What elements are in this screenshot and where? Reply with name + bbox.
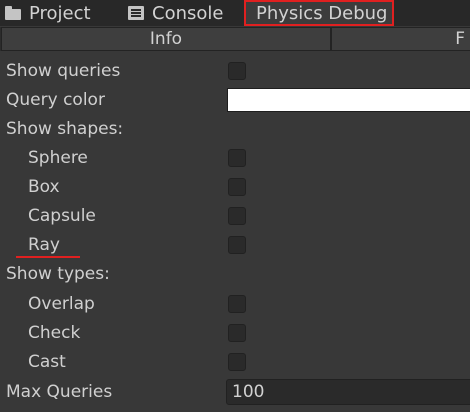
show-shapes-heading: Show shapes: bbox=[6, 119, 124, 139]
row-show-types: Show types: bbox=[0, 260, 470, 289]
sphere-label: Sphere bbox=[28, 148, 88, 168]
overlap-label: Overlap bbox=[28, 294, 95, 314]
max-queries-input[interactable] bbox=[226, 379, 470, 405]
folder-icon bbox=[5, 6, 21, 20]
row-check: Check bbox=[0, 319, 470, 348]
capsule-label: Capsule bbox=[28, 206, 96, 226]
tab-project-label: Project bbox=[29, 2, 91, 24]
box-checkbox[interactable] bbox=[228, 178, 246, 196]
cast-label: Cast bbox=[28, 352, 66, 372]
overlap-checkbox[interactable] bbox=[228, 295, 246, 313]
ray-highlight-underline bbox=[16, 256, 80, 258]
row-max-queries: Max Queries bbox=[0, 378, 470, 407]
row-capsule: Capsule bbox=[0, 202, 470, 231]
console-icon bbox=[128, 6, 144, 20]
row-show-shapes: Show shapes: bbox=[0, 115, 470, 144]
box-label: Box bbox=[28, 177, 60, 197]
row-box: Box bbox=[0, 173, 470, 202]
row-cast: Cast bbox=[0, 348, 470, 377]
tab-console[interactable]: Console bbox=[128, 0, 223, 26]
row-overlap: Overlap bbox=[0, 290, 470, 319]
show-queries-checkbox[interactable] bbox=[228, 62, 246, 80]
max-queries-label: Max Queries bbox=[6, 382, 113, 402]
capsule-checkbox[interactable] bbox=[228, 207, 246, 225]
window-tab-bar: Project Console Physics Debug bbox=[0, 0, 470, 26]
sphere-checkbox[interactable] bbox=[228, 149, 246, 167]
show-queries-label: Show queries bbox=[6, 61, 121, 81]
tab-physics-debug[interactable]: Physics Debug bbox=[244, 0, 394, 26]
show-types-heading: Show types: bbox=[6, 264, 110, 284]
tab-project[interactable]: Project bbox=[5, 0, 91, 26]
query-color-field[interactable] bbox=[227, 88, 470, 112]
tab-console-label: Console bbox=[152, 2, 224, 24]
panel-subtab-bar: Info F bbox=[0, 27, 470, 51]
cast-checkbox[interactable] bbox=[228, 353, 246, 371]
check-checkbox[interactable] bbox=[228, 324, 246, 342]
subtab-info[interactable]: Info bbox=[1, 27, 331, 51]
ray-checkbox[interactable] bbox=[228, 236, 246, 254]
subtab-info-label: Info bbox=[149, 29, 183, 49]
check-label: Check bbox=[28, 323, 81, 343]
tab-physics-debug-label: Physics Debug bbox=[256, 2, 388, 24]
subtab-next-label: F bbox=[455, 29, 465, 49]
row-show-queries: Show queries bbox=[0, 57, 470, 86]
row-query-color: Query color bbox=[0, 86, 470, 115]
query-color-label: Query color bbox=[6, 90, 105, 110]
row-sphere: Sphere bbox=[0, 144, 470, 173]
subtab-next[interactable]: F bbox=[331, 27, 470, 51]
